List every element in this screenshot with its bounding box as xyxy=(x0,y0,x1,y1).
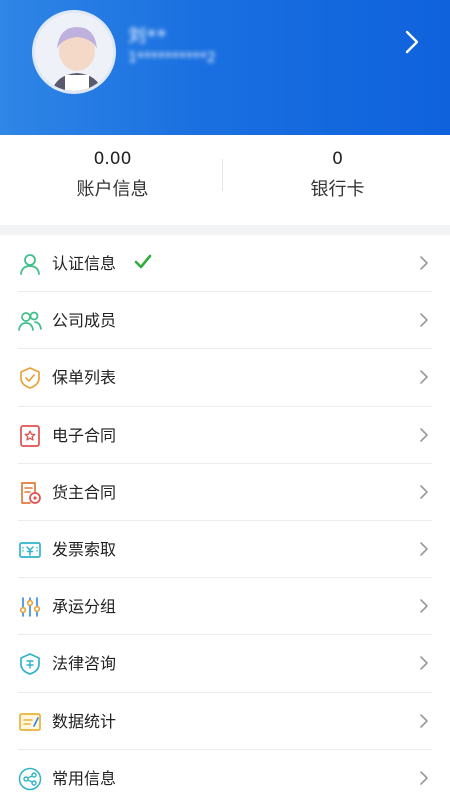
profile-header[interactable]: 刘** 1**********2 xyxy=(0,0,450,135)
chevron-right-icon xyxy=(420,542,428,556)
menu-item-label: 发票索取 xyxy=(52,539,117,559)
avatar[interactable] xyxy=(32,10,116,94)
shield-check-icon xyxy=(20,367,40,390)
bank-card-count: 0 xyxy=(332,149,343,169)
menu-item-label: 保单列表 xyxy=(52,368,117,388)
user-name: 刘** xyxy=(128,26,167,47)
balance-value: 0.00 xyxy=(93,149,132,169)
menu-item-label: 公司成员 xyxy=(52,311,117,331)
user-phone: 1**********2 xyxy=(128,50,216,66)
stats-divider xyxy=(222,159,223,191)
chevron-right-icon xyxy=(420,313,428,327)
menu-item-label: 认证信息 xyxy=(52,254,117,273)
menu-item-label: 货主合同 xyxy=(52,482,117,502)
chevron-right-icon xyxy=(420,713,428,728)
law-shield-icon xyxy=(20,653,40,676)
menu-item-label: 常用信息 xyxy=(52,768,117,788)
menu-item-e-contract[interactable]: 电子合同 xyxy=(0,406,450,464)
section-gap xyxy=(0,225,450,235)
bank-card-label: 银行卡 xyxy=(310,179,365,200)
people-icon xyxy=(18,311,42,332)
chevron-right-icon xyxy=(420,256,428,270)
chevron-right-icon xyxy=(420,770,428,785)
menu-item-invoice-request[interactable]: 发票索取 xyxy=(0,520,450,579)
menu-item-common-info[interactable]: 常用信息 xyxy=(0,749,450,807)
avatar-illustration xyxy=(35,13,113,91)
menu-item-label: 法律咨询 xyxy=(52,654,117,674)
verified-check-icon xyxy=(134,254,152,269)
menu-list: 认证信息 公司成员 保单列表 电子合同 货主合同 发票索取 承运分组 法律咨询 … xyxy=(0,235,450,807)
account-stats: 0.00 账户信息 0 银行卡 xyxy=(0,135,450,225)
chevron-right-icon xyxy=(420,427,428,442)
menu-item-label: 电子合同 xyxy=(52,425,117,445)
menu-item-label: 数据统计 xyxy=(52,711,117,731)
menu-item-data-statistics[interactable]: 数据统计 xyxy=(0,692,450,750)
invoice-icon xyxy=(19,542,41,558)
account-info-stat[interactable]: 0.00 账户信息 xyxy=(0,147,225,203)
chevron-right-icon xyxy=(420,484,428,499)
menu-item-company-members[interactable]: 公司成员 xyxy=(0,292,450,350)
bank-card-stat[interactable]: 0 银行卡 xyxy=(225,147,450,203)
chevron-right-icon xyxy=(420,599,428,613)
account-info-label: 账户信息 xyxy=(76,179,149,200)
cargo-contract-icon xyxy=(21,481,41,504)
menu-item-shipper-contract[interactable]: 货主合同 xyxy=(0,463,450,521)
sliders-icon xyxy=(19,597,41,617)
menu-item-verification[interactable]: 认证信息 xyxy=(0,235,450,293)
person-icon xyxy=(20,254,40,275)
menu-item-label: 承运分组 xyxy=(52,597,117,617)
chevron-right-icon[interactable] xyxy=(402,28,422,56)
menu-item-legal-consult[interactable]: 法律咨询 xyxy=(0,635,450,693)
chevron-right-icon xyxy=(420,370,428,385)
contract-icon xyxy=(20,424,40,447)
data-chart-icon xyxy=(19,712,41,731)
menu-item-carrier-group[interactable]: 承运分组 xyxy=(0,578,450,636)
menu-item-policy-list[interactable]: 保单列表 xyxy=(0,349,450,407)
chevron-right-icon xyxy=(420,656,428,671)
share-icon xyxy=(18,767,42,790)
